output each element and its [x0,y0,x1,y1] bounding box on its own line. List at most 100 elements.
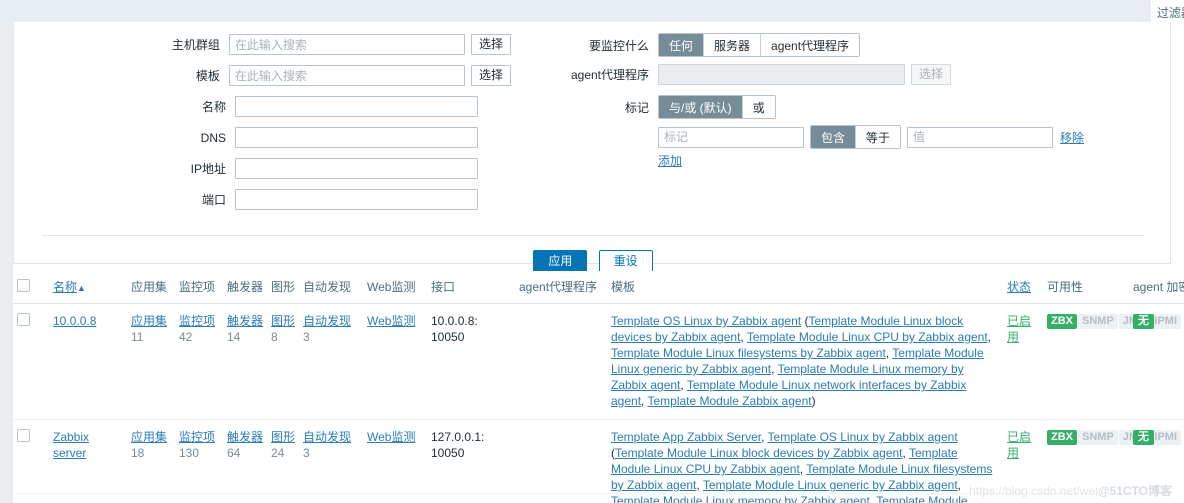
graphs-link[interactable]: 图形 [271,430,295,444]
tags-eval-option-or[interactable]: 或 [742,96,775,118]
applications-link[interactable]: 应用集 [131,430,167,444]
template-link[interactable]: Template Module Linux block devices by Z… [615,446,903,460]
tag-add-link[interactable]: 添加 [658,152,682,169]
template-link[interactable]: Template Module Linux CPU by Zabbix agen… [747,330,988,344]
name-input[interactable] [235,96,478,117]
row-proxy-cell [515,303,607,420]
row-triggers-cell: 触发器 14 [223,303,267,420]
row-select-cell [13,419,49,503]
dns-input[interactable] [235,127,478,148]
monitored-by-option-any[interactable]: 任何 [659,34,705,56]
triggers-link[interactable]: 触发器 [227,430,263,444]
hostgroups-select-button[interactable]: 选择 [471,34,511,55]
filter-row-templates: 模板 选择 [14,65,511,86]
filter-row-monitored-by: 要监控什么 任何 服务器 agent代理程序 [511,33,861,57]
table-header-row: 名称▲ 应用集 监控项 触发器 图形 自动发现 Web监测 接口 agent代理… [13,271,1184,304]
host-name-link[interactable]: Zabbix server [53,430,89,460]
graphs-link[interactable]: 图形 [271,314,295,328]
availability-badge-zbx[interactable]: ZBX [1047,314,1077,330]
monitored-by-label: 要监控什么 [588,38,649,53]
host-name-link[interactable]: 10.0.0.8 [53,314,96,328]
hostgroups-label: 主机群组 [171,38,220,52]
th-status[interactable]: 状态 [1003,271,1043,304]
sort-ascending-icon: ▲ [77,283,86,293]
template-link[interactable]: Template OS Linux by Zabbix agent [768,430,958,444]
triggers-link[interactable]: 触发器 [227,314,263,328]
filter-actions: 应用 重设 [14,250,1172,273]
filter-row-tag-entry: 包含 等于 移除 [511,125,1084,149]
row-items-cell: 监控项 130 [175,419,223,503]
filter-row-dns: DNS [14,127,511,148]
port-input[interactable] [235,189,478,210]
template-link[interactable]: Template App Zabbix Server [611,430,761,444]
top-strip-shade [0,0,1155,22]
proxy-select-button[interactable]: 选择 [911,64,952,85]
filter-row-name: 名称 [14,96,511,117]
th-items: 监控项 [175,271,223,304]
ip-input[interactable] [235,158,478,179]
tag-operator-equals[interactable]: 等于 [856,126,901,148]
applications-link[interactable]: 应用集 [131,314,167,328]
availability-badge-snmp[interactable]: SNMP [1078,314,1118,330]
th-name-label[interactable]: 名称 [53,280,77,294]
tag-operator-segmented[interactable]: 包含 等于 [810,125,902,149]
tag-operator-contains[interactable]: 包含 [811,126,857,148]
template-link[interactable]: Template Module Linux memory by Zabbix a… [611,494,870,503]
graphs-count: 8 [271,330,278,344]
filter-row-tag-add: 添加 [511,152,682,169]
web-link[interactable]: Web监测 [367,430,415,444]
page-background-left [0,22,13,503]
applications-count: 11 [131,330,144,344]
th-status-label[interactable]: 状态 [1007,280,1031,294]
apply-button[interactable]: 应用 [533,250,588,273]
tag-name-input[interactable] [658,126,804,148]
row-checkbox[interactable] [17,313,30,326]
template-link[interactable]: Template Module Linux filesystems by Zab… [611,346,886,360]
row-checkbox[interactable] [17,429,30,442]
items-count: 42 [179,330,193,344]
discovery-link[interactable]: 自动发现 [303,314,351,328]
template-link[interactable]: Template OS Linux by Zabbix agent [611,314,801,328]
proxy-label: agent代理程序 [570,68,649,82]
triggers-count: 14 [227,330,241,344]
row-items-cell: 监控项 42 [175,303,223,420]
row-templates-cell: Template App Zabbix Server, Template OS … [607,419,1003,503]
availability-badge-ipmi[interactable]: IPMI [1150,314,1182,330]
th-name[interactable]: 名称▲ [49,271,127,304]
tag-remove-link[interactable]: 移除 [1060,129,1084,146]
tags-eval-segmented[interactable]: 与/或 (默认) 或 [658,95,776,119]
monitored-by-segmented[interactable]: 任何 服务器 agent代理程序 [658,33,861,57]
template-link[interactable]: Template Module Zabbix agent [647,394,811,408]
row-availability-cell: ZBXSNMPJMXIPMI [1043,419,1182,503]
discovery-link[interactable]: 自动发现 [303,430,351,444]
th-applications: 应用集 [127,271,175,304]
reset-button[interactable]: 重设 [598,250,653,273]
applications-count: 18 [131,446,145,460]
templates-input[interactable] [228,65,466,86]
templates-select-button[interactable]: 选择 [471,65,511,86]
status-link[interactable]: 已启用 [1007,314,1031,344]
status-link[interactable]: 已启用 [1007,430,1031,460]
items-link[interactable]: 监控项 [179,314,215,328]
availability-badge-zbx[interactable]: ZBX [1047,430,1077,446]
proxy-input[interactable] [658,64,905,85]
row-availability-cell: ZBXSNMPJMXIPMI [1043,303,1182,420]
web-link[interactable]: Web监测 [367,314,415,328]
th-discovery: 自动发现 [299,271,363,304]
filter-divider [42,235,1144,236]
select-all-checkbox[interactable] [17,278,30,292]
availability-badge-snmp[interactable]: SNMP [1078,430,1118,446]
tags-eval-option-andor[interactable]: 与/或 (默认) [659,96,743,118]
monitored-by-option-proxy[interactable]: agent代理程序 [761,34,860,56]
tag-value-input[interactable] [907,126,1054,148]
filter-row-hostgroups: 主机群组 选择 [14,34,511,55]
filter-panel: 主机群组 选择 模板 选择 名称 DNS IP地址 端口 [13,22,1171,273]
hostgroups-input[interactable] [228,34,466,55]
ip-label: IP地址 [190,162,226,176]
template-link[interactable]: Template Module Linux generic by Zabbix … [703,478,958,492]
monitored-by-option-server[interactable]: 服务器 [704,34,762,56]
items-link[interactable]: 监控项 [179,430,215,444]
availability-badge-ipmi[interactable]: IPMI [1150,430,1182,446]
row-triggers-cell: 触发器 64 [223,419,267,503]
row-proxy-cell [515,419,607,503]
